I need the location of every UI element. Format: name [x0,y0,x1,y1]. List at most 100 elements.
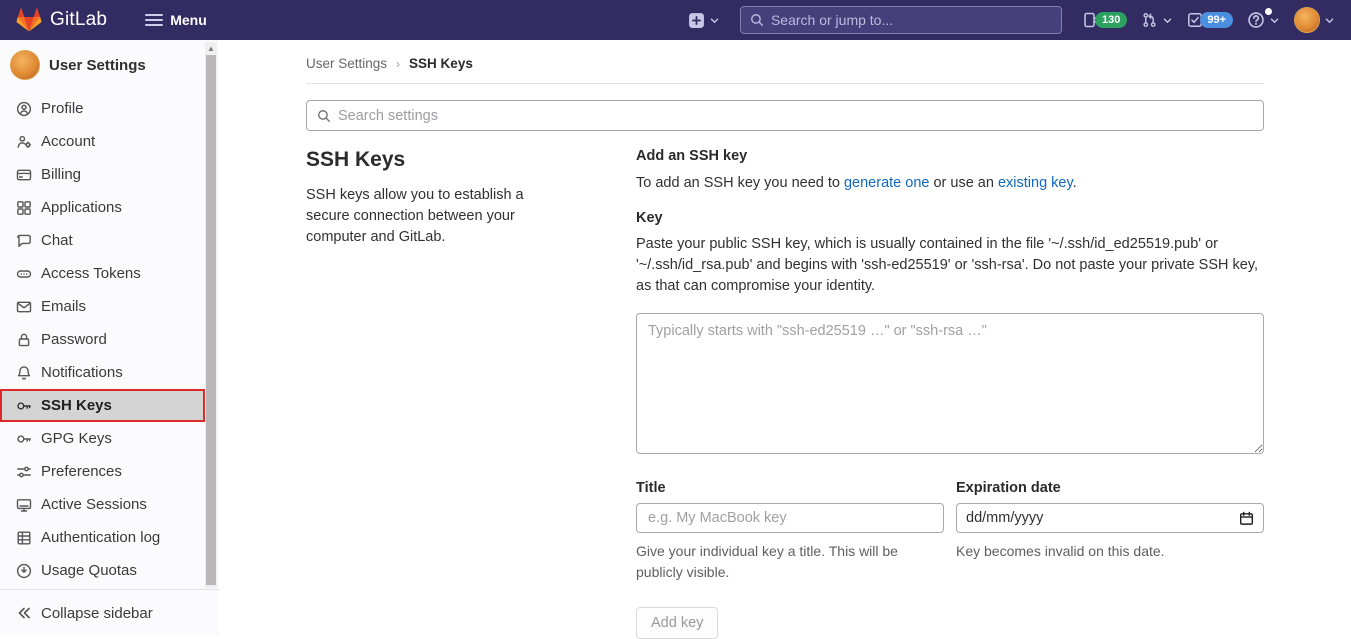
sidebar-item-access-tokens[interactable]: Access Tokens [0,257,205,290]
sidebar-item-label: GPG Keys [41,430,112,447]
form-heading: Add an SSH key [636,148,1264,164]
sidebar-nav: Profile Account Billing Applications Chat Acc… [0,92,219,587]
account-icon [16,134,32,150]
section-description-column: SSH Keys SSH keys allow you to establish… [306,148,561,639]
add-key-button[interactable]: Add key [636,607,718,639]
user-avatar [1294,7,1320,33]
sidebar-item-label: Active Sessions [41,496,147,513]
email-icon [16,299,32,315]
sidebar-item-label: Preferences [41,463,122,480]
breadcrumb-divider [306,83,1264,84]
expiration-date-label: Expiration date [956,480,1264,496]
tanuki-icon [16,8,42,32]
title-input[interactable] [636,503,944,533]
sidebar-item-gpg-keys[interactable]: GPG Keys [0,422,205,455]
date-value: dd/mm/yyyy [966,510,1043,526]
global-search-input[interactable] [771,12,1052,28]
ssh-key-textarea[interactable] [636,313,1264,454]
key-icon [16,431,32,447]
intro-text: To add an SSH key you need to [636,175,844,191]
sidebar-item-label: Password [41,331,107,348]
calendar-icon[interactable] [1239,511,1254,526]
sidebar-item-preferences[interactable]: Preferences [0,455,205,488]
chevron-down-icon [1162,15,1173,26]
token-icon [16,266,32,282]
scroll-up-arrow[interactable]: ▲ [205,42,217,54]
title-help: Give your individual key a title. This w… [636,541,944,583]
logo-wordmark: GitLab [50,9,107,31]
form-intro: To add an SSH key you need to generate o… [636,173,1264,194]
sidebar-item-ssh-keys[interactable]: SSH Keys [0,389,205,422]
sidebar-item-chat[interactable]: Chat [0,224,205,257]
existing-key-link[interactable]: existing key [998,175,1073,191]
chevron-down-icon [709,15,720,26]
gauge-icon [16,563,32,579]
menu-label: Menu [170,12,207,28]
collapse-sidebar-button[interactable]: Collapse sidebar [0,589,219,636]
sidebar-item-account[interactable]: Account [0,125,205,158]
sidebar-item-label: Emails [41,298,86,315]
menu-button[interactable]: Menu [145,12,207,28]
profile-icon [16,101,32,117]
chevron-down-icon [1269,15,1280,26]
sidebar-item-usage-quotas[interactable]: Usage Quotas [0,554,205,587]
gitlab-logo[interactable]: GitLab [16,8,107,32]
merge-request-icon [1141,12,1158,28]
global-search[interactable] [740,6,1062,34]
sliders-icon [16,464,32,480]
expiration-date-help: Key becomes invalid on this date. [956,541,1264,562]
sidebar-item-profile[interactable]: Profile [0,92,205,125]
settings-search[interactable] [306,100,1264,131]
todos-count-badge: 99+ [1200,12,1233,28]
section-description: SSH keys allow you to establish a secure… [306,185,561,248]
expiration-date-input[interactable]: dd/mm/yyyy [956,503,1264,533]
sidebar-title: User Settings [49,57,146,74]
breadcrumb: User Settings › SSH Keys [306,40,1264,71]
sidebar-item-label: Usage Quotas [41,562,137,579]
settings-sidebar: User Settings Profile Account Billing Appli… [0,40,219,636]
chevron-down-icon [1324,15,1335,26]
new-menu-button[interactable] [688,12,720,29]
merge-requests-button[interactable] [1141,12,1173,28]
collapse-icon [16,605,32,621]
billing-icon [16,167,32,183]
sidebar-item-label: Account [41,133,95,150]
sidebar-header: User Settings [0,40,219,90]
log-icon [16,530,32,546]
sidebar-item-label: Billing [41,166,81,183]
sidebar-item-label: Access Tokens [41,265,141,282]
scrollbar-thumb[interactable] [206,55,216,585]
user-menu-button[interactable] [1294,7,1335,33]
sidebar-item-label: Authentication log [41,529,160,546]
intro-text: or use an [929,175,998,191]
breadcrumb-user-settings[interactable]: User Settings [306,56,387,71]
intro-text: . [1073,175,1077,191]
page-title: SSH Keys [306,148,561,172]
hamburger-icon [145,12,163,28]
settings-search-input[interactable] [338,108,1253,124]
sidebar-item-label: Applications [41,199,122,216]
sidebar-item-emails[interactable]: Emails [0,290,205,323]
sidebar-item-label: Chat [41,232,73,249]
key-icon [16,398,32,414]
sidebar-item-notifications[interactable]: Notifications [0,356,205,389]
todos-button[interactable]: 99+ [1187,12,1233,28]
sidebar-scrollbar[interactable]: ▲ [205,42,217,588]
main-content: User Settings › SSH Keys SSH Keys SSH ke… [219,40,1351,636]
sidebar-item-applications[interactable]: Applications [0,191,205,224]
sidebar-item-password[interactable]: Password [0,323,205,356]
notification-dot [1265,8,1272,15]
sidebar-item-authentication-log[interactable]: Authentication log [0,521,205,554]
title-label: Title [636,480,944,496]
bell-icon [16,365,32,381]
breadcrumb-separator: › [396,57,400,71]
chat-icon [16,233,32,249]
help-button[interactable] [1247,11,1280,29]
applications-icon [16,200,32,216]
ssh-key-form: Add an SSH key To add an SSH key you nee… [636,148,1264,639]
sidebar-item-billing[interactable]: Billing [0,158,205,191]
generate-one-link[interactable]: generate one [844,175,929,191]
issues-button[interactable]: 130 [1082,12,1127,28]
sidebar-item-active-sessions[interactable]: Active Sessions [0,488,205,521]
key-description: Paste your public SSH key, which is usua… [636,234,1264,297]
